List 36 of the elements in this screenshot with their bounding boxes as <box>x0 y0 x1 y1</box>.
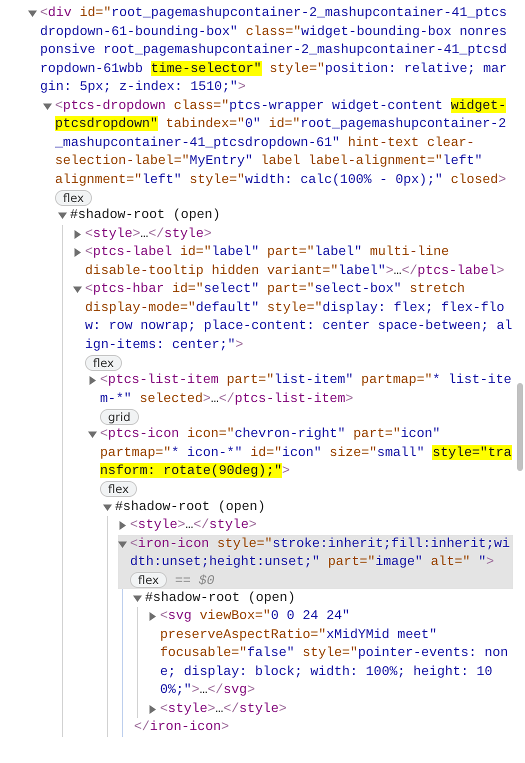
element-markup: <div id="root_pagemashupcontainer-2_mashupcontainer-41_ptcsdropdown-61-bounding-box" class="widget-bounding-box nonresponsive root_pagemashupcontainer-2_mashupcontainer-41_ptcsdropdown-61wbb time-selector" style="position: relative; margin: 5px; z-index: 1510;"> <box>40 4 508 96</box>
layout-badge[interactable]: flex <box>130 572 167 588</box>
collapse-triangle-icon[interactable] <box>58 211 67 220</box>
console-reference: == $0 <box>174 572 215 588</box>
dom-node-row[interactable]: <style>…</style> <box>73 224 513 243</box>
shadow-root-label: #shadow-root (open) <box>115 498 266 516</box>
scrollbar-thumb[interactable] <box>517 383 523 471</box>
element-markup: <style>…</style> <box>130 516 257 534</box>
expand-triangle-icon[interactable] <box>73 248 82 257</box>
collapse-triangle-icon[interactable] <box>73 285 82 294</box>
expand-triangle-icon[interactable] <box>118 521 127 530</box>
dom-node-row[interactable]: <style>…</style> <box>148 700 513 718</box>
layout-badge[interactable]: flex <box>85 354 122 371</box>
collapse-triangle-icon[interactable] <box>28 9 37 18</box>
collapse-triangle-icon[interactable] <box>88 430 97 439</box>
closing-tag: </iron-icon> <box>134 718 229 736</box>
collapse-triangle-icon[interactable] <box>133 594 142 602</box>
dom-node-row[interactable]: #shadow-root (open) <box>103 498 513 516</box>
collapse-triangle-icon[interactable] <box>103 502 112 512</box>
dom-node-row[interactable]: <style>…</style> <box>118 516 513 534</box>
collapse-triangle-icon[interactable] <box>118 540 127 548</box>
collapse-triangle-icon[interactable] <box>43 102 52 110</box>
dom-node-row[interactable]: #shadow-root (open) <box>58 206 513 224</box>
expand-triangle-icon[interactable] <box>148 704 157 714</box>
layout-badge[interactable]: flex <box>55 190 92 206</box>
dom-node-row[interactable]: #shadow-root (open) <box>133 588 513 607</box>
shadow-root-label: #shadow-root (open) <box>145 588 296 606</box>
layout-badge[interactable]: flex <box>100 481 137 498</box>
element-markup: <style>…</style> <box>85 224 212 242</box>
expand-triangle-icon[interactable] <box>88 376 97 385</box>
shadow-root-label: #shadow-root (open) <box>70 206 220 224</box>
element-markup: <style>…</style> <box>160 700 287 718</box>
expand-triangle-icon[interactable] <box>73 230 82 238</box>
element-markup: <ptcs-dropdown class="ptcs-wrapper widget-content widget-ptcsdropdown" tabindex="0" id="root_pagemashupcontainer-2_mashupcontainer-41_ptcsdropdown-61" hint-text clear-selection-label="MyEntry" label label-alignment="left" alignment="left" style="width: calc(100% - 0px);" closed> <box>55 96 508 188</box>
layout-badge[interactable]: grid <box>100 408 139 425</box>
expand-triangle-icon[interactable] <box>148 612 157 621</box>
